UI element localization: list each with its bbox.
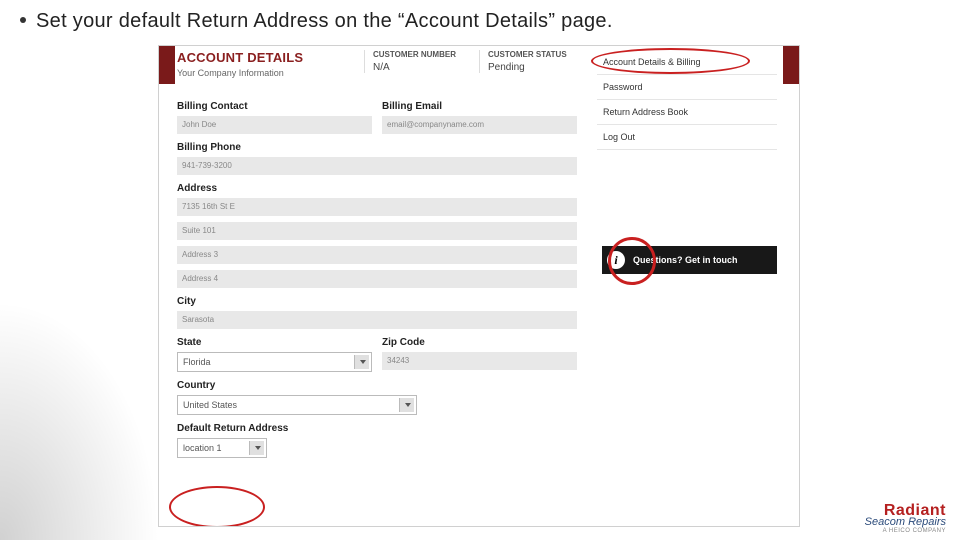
state-select[interactable]: Florida xyxy=(177,352,372,372)
brand-logo: Radiant Seacom Repairs A HEICO COMPANY xyxy=(865,503,946,534)
country-label: Country xyxy=(177,380,577,391)
default-return-value: location 1 xyxy=(183,443,222,453)
customer-number-box: CUSTOMER NUMBER N/A xyxy=(364,50,478,73)
chevron-down-icon xyxy=(405,403,411,407)
highlight-oval-info xyxy=(608,237,656,285)
highlight-oval-nav xyxy=(591,48,750,74)
background-fade xyxy=(0,300,160,540)
bullet-dot xyxy=(20,17,26,23)
logo-line3: A HEICO COMPANY xyxy=(865,528,946,534)
page-subtitle: Your Company Information xyxy=(177,68,303,78)
billing-phone-input[interactable]: 941-739-3200 xyxy=(177,157,577,175)
customer-status-label: CUSTOMER STATUS xyxy=(488,50,593,59)
screenshot-frame: ACCOUNT DETAILS Your Company Information… xyxy=(158,45,800,527)
billing-email-label: Billing Email xyxy=(382,101,577,112)
state-label: State xyxy=(177,337,372,348)
nav-return-address-book[interactable]: Return Address Book xyxy=(597,100,777,125)
address2-input[interactable]: Suite 101 xyxy=(177,222,577,240)
chevron-down-icon xyxy=(360,360,366,364)
instruction-text: Set your default Return Address on the “… xyxy=(36,10,613,32)
chevron-down-icon xyxy=(255,446,261,450)
address4-input[interactable]: Address 4 xyxy=(177,270,577,288)
page-title: ACCOUNT DETAILS xyxy=(177,50,303,65)
zip-label: Zip Code xyxy=(382,337,577,348)
header-left: ACCOUNT DETAILS Your Company Information xyxy=(177,50,303,78)
form-area: Billing Contact John Doe Billing Email e… xyxy=(177,101,577,466)
nav-password[interactable]: Password xyxy=(597,75,777,100)
billing-contact-label: Billing Contact xyxy=(177,101,372,112)
nav-log-out[interactable]: Log Out xyxy=(597,125,777,150)
city-label: City xyxy=(177,296,577,307)
country-select[interactable]: United States xyxy=(177,395,417,415)
address-label: Address xyxy=(177,183,577,194)
logo-line2: Seacom Repairs xyxy=(865,517,946,528)
address3-input[interactable]: Address 3 xyxy=(177,246,577,264)
default-return-select[interactable]: location 1 xyxy=(177,438,267,458)
customer-number-label: CUSTOMER NUMBER xyxy=(373,50,478,59)
country-value: United States xyxy=(183,400,237,410)
billing-email-input[interactable]: email@companyname.com xyxy=(382,116,577,134)
red-bar-right xyxy=(783,46,799,84)
address1-input[interactable]: 7135 16th St E xyxy=(177,198,577,216)
state-value: Florida xyxy=(183,357,211,367)
city-input[interactable]: Sarasota xyxy=(177,311,577,329)
red-bar-left xyxy=(159,46,175,84)
customer-status-box: CUSTOMER STATUS Pending xyxy=(479,50,593,73)
zip-input[interactable]: 34243 xyxy=(382,352,577,370)
billing-contact-input[interactable]: John Doe xyxy=(177,116,372,134)
highlight-oval-default-return xyxy=(169,486,265,527)
customer-number-value: N/A xyxy=(373,62,478,73)
billing-phone-label: Billing Phone xyxy=(177,142,577,153)
customer-status-value: Pending xyxy=(488,62,593,73)
instruction-bullet: Set your default Return Address on the “… xyxy=(20,10,613,33)
default-return-label: Default Return Address xyxy=(177,423,577,434)
